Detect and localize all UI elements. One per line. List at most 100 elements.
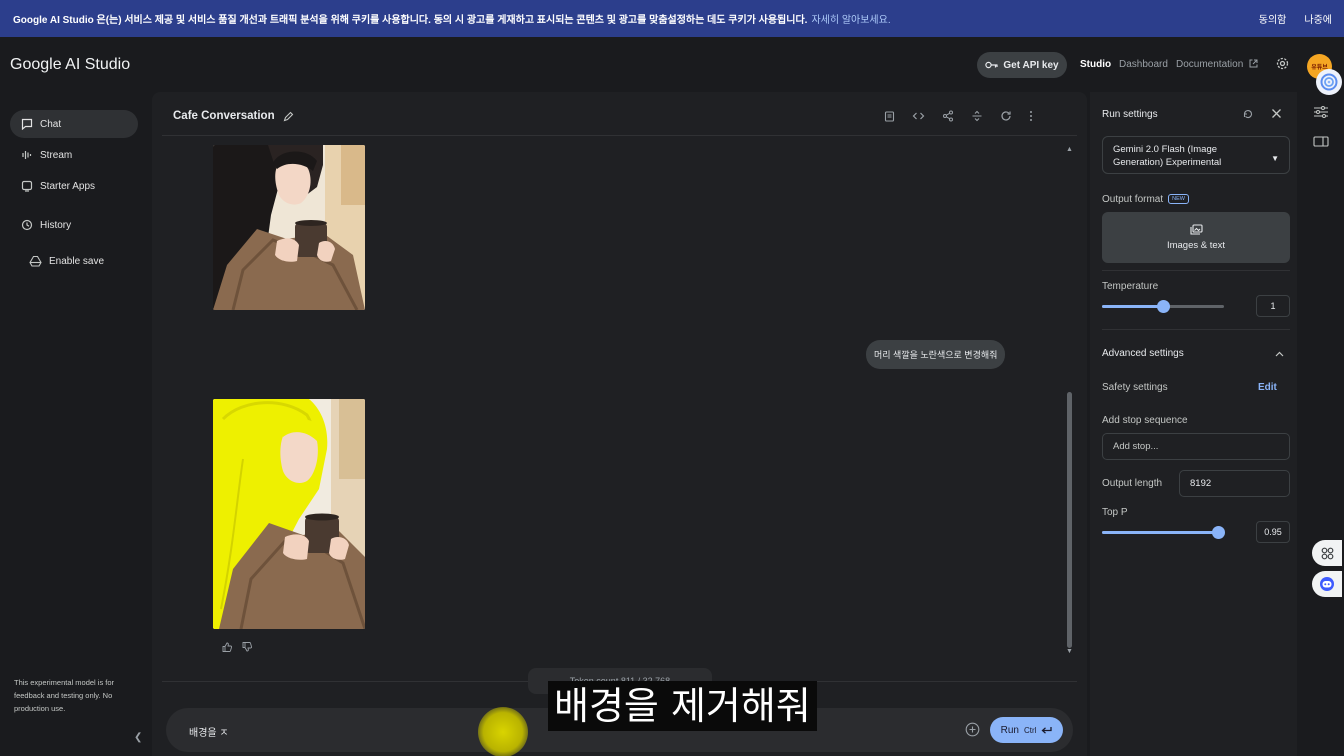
top-p-slider-fill — [1102, 531, 1218, 534]
temperature-input[interactable]: 1 — [1256, 295, 1290, 317]
get-api-key-button[interactable]: Get API key — [977, 52, 1067, 78]
temperature-slider-fill — [1102, 305, 1163, 308]
stream-icon — [22, 151, 32, 159]
toolbar-divider — [162, 135, 1077, 136]
output-format-label: Output format NEW — [1102, 194, 1189, 205]
reset-settings-icon[interactable] — [1242, 108, 1254, 120]
cookie-banner-text: Google AI Studio 은(는) 서비스 제공 및 서비스 품질 개선… — [13, 15, 808, 26]
more-vert-icon[interactable] — [1029, 110, 1033, 122]
stop-sequence-label: Add stop sequence — [1102, 415, 1188, 426]
stop-sequence-input[interactable]: Add stop... — [1102, 433, 1290, 460]
model-select-value: Gemini 2.0 Flash (Image Generation) Expe… — [1113, 144, 1222, 168]
clipboard-icon[interactable] — [884, 110, 895, 122]
safety-edit-link[interactable]: Edit — [1258, 382, 1277, 393]
output-format-option[interactable]: Images & text — [1102, 212, 1290, 263]
swirl-logo-icon — [1320, 73, 1338, 91]
temperature-slider-thumb[interactable] — [1157, 300, 1170, 313]
chat-scrollbar[interactable] — [1067, 392, 1072, 648]
refresh-icon[interactable] — [1000, 110, 1012, 122]
chevron-up-icon[interactable] — [1275, 351, 1284, 357]
output-length-input[interactable]: 8192 — [1179, 470, 1290, 497]
chevron-down-icon: ▼ — [1271, 154, 1279, 163]
top-p-slider-thumb[interactable] — [1211, 526, 1225, 539]
chat-toolbar — [884, 110, 1033, 122]
tune-icon[interactable] — [1313, 106, 1329, 118]
temperature-slider[interactable] — [1102, 300, 1224, 313]
history-icon — [21, 219, 33, 231]
key-icon — [985, 61, 998, 69]
model-select[interactable]: Gemini 2.0 Flash (Image Generation) Expe… — [1102, 136, 1290, 174]
sidebar-item-chat[interactable]: Chat — [10, 110, 138, 138]
run-settings-title: Run settings — [1102, 109, 1158, 120]
prompt-input[interactable]: 배경을 ㅈ — [189, 724, 229, 739]
sidebar-item-label: Enable save — [49, 255, 105, 267]
run-button-label: Run — [1000, 724, 1019, 736]
cookie-agree-button[interactable]: 동의함 — [1259, 11, 1287, 26]
cookie-later-button[interactable]: 나중에 — [1304, 11, 1332, 26]
sidebar-item-enable-save[interactable]: Enable save — [18, 247, 146, 275]
advanced-settings-label[interactable]: Advanced settings — [1102, 348, 1184, 359]
sidebar-item-label: History — [40, 219, 72, 231]
sidebar-item-starter-apps[interactable]: Starter Apps — [10, 172, 138, 200]
share-icon[interactable] — [942, 110, 954, 122]
run-button[interactable]: Run Ctrl — [990, 717, 1063, 743]
nav-dashboard[interactable]: Dashboard — [1119, 59, 1168, 70]
close-icon[interactable] — [1271, 108, 1282, 119]
sidebar-item-stream[interactable]: Stream — [10, 141, 138, 169]
user-message-bubble: 머리 색깔을 노란색으로 변경해줘 — [866, 340, 1006, 369]
top-p-input[interactable]: 0.95 — [1256, 521, 1290, 543]
divider — [1102, 270, 1290, 271]
cookie-banner: Google AI Studio 은(는) 서비스 제공 및 서비스 품질 개선… — [0, 0, 1344, 37]
run-settings-tools — [1242, 108, 1282, 120]
sidebar-item-label: Chat — [40, 118, 62, 130]
top-p-label: Top P — [1102, 507, 1128, 518]
drive-icon — [29, 255, 42, 267]
cookie-learn-more-link[interactable]: 자세히 알아보세요. — [811, 11, 890, 26]
run-settings-panel: Run settings Gemini 2.0 Flash (Image Gen… — [1090, 92, 1297, 756]
top-p-slider[interactable] — [1102, 526, 1225, 539]
sidebar-item-history[interactable]: History — [10, 211, 138, 239]
divider — [1102, 329, 1290, 330]
generated-image-yellow-hair[interactable] — [213, 399, 365, 629]
scroll-up-icon[interactable]: ▲ — [1066, 146, 1073, 153]
video-subtitle: 배경을 제거해줘 — [548, 681, 817, 731]
chat-icon — [21, 118, 33, 130]
enter-key-icon — [1041, 727, 1053, 734]
prompt-title-text: Cafe Conversation — [173, 110, 275, 122]
add-media-icon[interactable] — [965, 722, 980, 737]
generated-image-original[interactable] — [213, 145, 365, 310]
nav-documentation-label: Documentation — [1176, 59, 1244, 70]
compare-icon[interactable] — [971, 110, 983, 122]
output-format-label-text: Output format — [1102, 194, 1164, 205]
browser-extension-icon[interactable] — [1316, 69, 1342, 95]
nav-documentation[interactable]: Documentation — [1176, 59, 1258, 70]
sidebar-item-label: Starter Apps — [40, 180, 96, 192]
cursor-highlight — [478, 707, 528, 756]
output-length-label: Output length — [1102, 478, 1163, 489]
get-api-key-label: Get API key — [1003, 59, 1059, 71]
nav-studio[interactable]: Studio — [1080, 59, 1111, 70]
prompt-title: Cafe Conversation — [173, 110, 294, 122]
floating-widget-button[interactable] — [1312, 540, 1342, 566]
edit-title-icon[interactable] — [283, 111, 294, 122]
code-icon[interactable] — [912, 110, 925, 122]
top-header: Google AI Studio Get API key Studio Dash… — [0, 37, 1344, 92]
sidebar-item-label: Stream — [40, 149, 73, 161]
cookie-actions: 동의함 나중에 — [1259, 0, 1332, 37]
app-logo[interactable]: Google AI Studio — [10, 56, 130, 74]
temperature-label: Temperature — [1102, 281, 1159, 292]
images-icon — [1189, 224, 1203, 235]
scroll-down-icon[interactable]: ▼ — [1066, 648, 1073, 655]
thumbs-down-icon[interactable] — [242, 642, 252, 652]
chat-panel: Cafe Conversation ▲ 머리 색깔을 노란색으로 변경해줘 ▼ … — [152, 92, 1087, 756]
settings-gear-icon[interactable] — [1276, 57, 1289, 70]
thumbs-up-icon[interactable] — [222, 642, 232, 652]
safety-settings-label: Safety settings — [1102, 382, 1168, 393]
left-sidebar: Chat Stream Starter Apps History Enable … — [0, 92, 150, 756]
collapse-sidebar-icon[interactable]: ❮ — [134, 732, 142, 743]
shortcut-icon — [1321, 547, 1333, 559]
preview-panel-icon[interactable] — [1313, 136, 1329, 147]
run-shortcut-label: Ctrl — [1023, 725, 1037, 735]
open-external-icon — [1249, 59, 1258, 68]
floating-assistant-button[interactable] — [1312, 571, 1342, 597]
